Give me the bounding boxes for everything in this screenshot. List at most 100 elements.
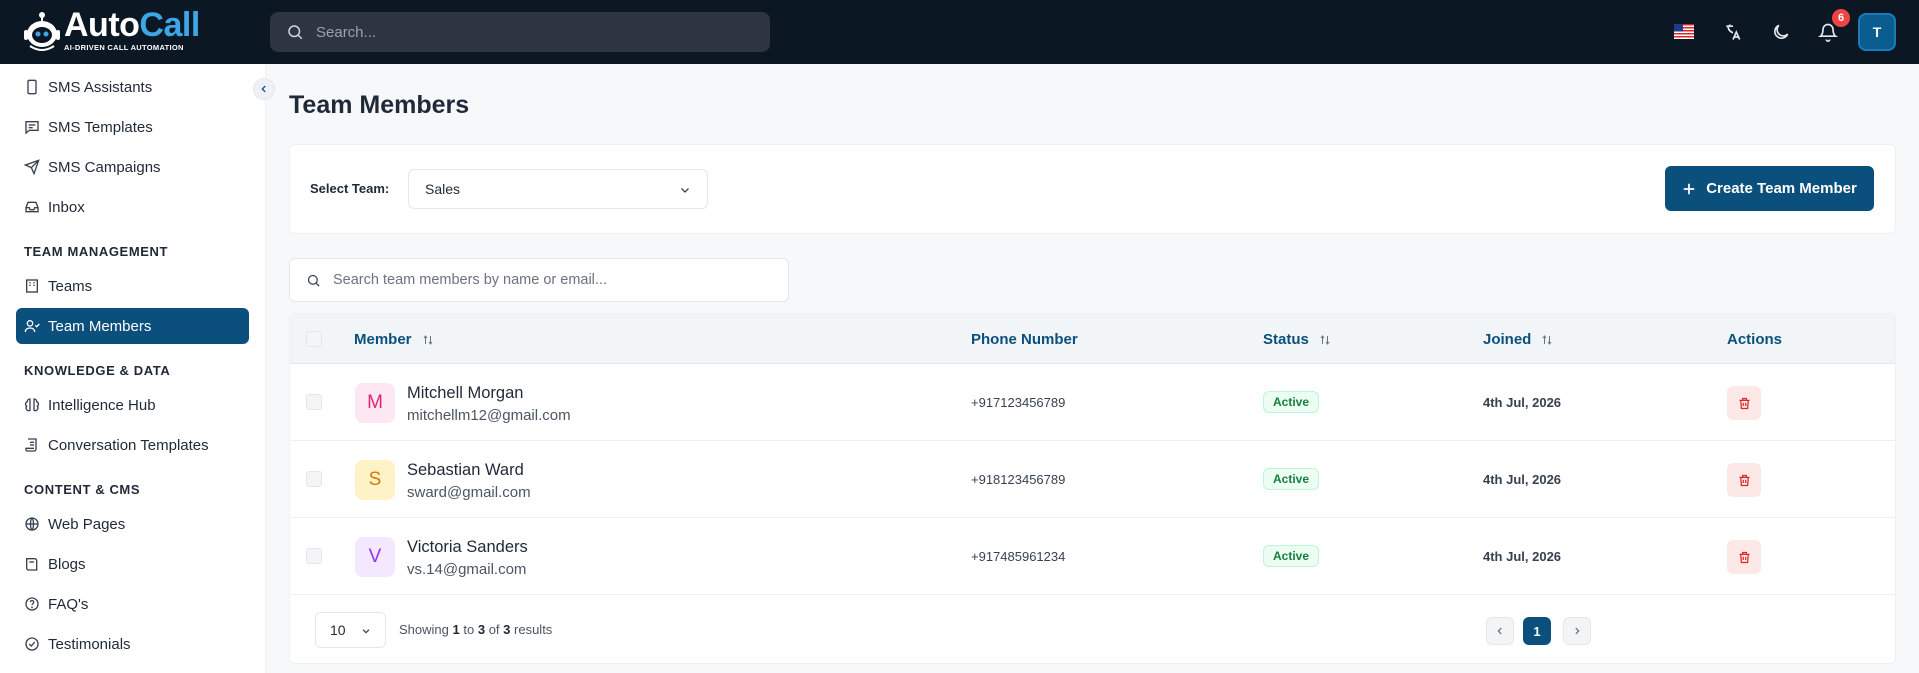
section-team-management: TEAM MANAGEMENT bbox=[24, 244, 169, 259]
inbox-icon bbox=[25, 201, 39, 213]
building-icon bbox=[26, 279, 38, 293]
brain-icon bbox=[24, 398, 40, 412]
logo[interactable]: AutoCall AI-DRIVEN CALL AUTOMATION bbox=[22, 6, 200, 52]
team-select-value: Sales bbox=[425, 181, 461, 197]
notification-badge: 6 bbox=[1832, 9, 1850, 27]
member-name: Sebastian Ward bbox=[407, 461, 524, 479]
chevron-left-icon bbox=[1497, 627, 1502, 635]
member-email: mitchellm12@gmail.com bbox=[407, 407, 571, 424]
table-header: Member Phone Number Status Joined Action… bbox=[290, 314, 1895, 364]
select-all-checkbox[interactable] bbox=[306, 331, 322, 347]
page-title: Team Members bbox=[289, 91, 470, 119]
column-status[interactable]: Status bbox=[1263, 331, 1331, 348]
message-icon bbox=[25, 121, 39, 135]
status-badge: Active bbox=[1263, 468, 1320, 490]
results-summary: Showing 1 to 3 of 3 results bbox=[399, 622, 553, 637]
chevron-down-icon bbox=[681, 188, 689, 193]
sidebar-item-sms-campaigns[interactable]: SMS Campaigns bbox=[16, 149, 249, 185]
trash-icon bbox=[1739, 551, 1749, 563]
send-icon bbox=[24, 159, 40, 175]
page-size-value: 10 bbox=[330, 622, 346, 638]
logo-title: AutoCall bbox=[64, 6, 200, 44]
global-search-input[interactable] bbox=[316, 23, 716, 41]
member-avatar: S bbox=[355, 460, 395, 500]
table-row: V Victoria Sanders vs.14@gmail.com +9174… bbox=[290, 518, 1895, 595]
sidebar-item-testimonials[interactable]: Testimonials bbox=[16, 626, 249, 662]
column-actions: Actions bbox=[1727, 331, 1783, 348]
sort-icon bbox=[1320, 334, 1330, 345]
column-joined[interactable]: Joined bbox=[1483, 331, 1553, 348]
search-icon bbox=[288, 25, 303, 40]
trash-icon bbox=[1739, 474, 1749, 486]
users-icon bbox=[24, 320, 40, 333]
globe-icon bbox=[25, 517, 39, 531]
team-select[interactable]: Sales bbox=[408, 169, 708, 209]
member-email: vs.14@gmail.com bbox=[407, 561, 527, 578]
help-circle-icon bbox=[25, 597, 39, 611]
sidebar-item-sms-assistants[interactable]: SMS Assistants bbox=[16, 69, 249, 105]
row-checkbox[interactable] bbox=[306, 548, 322, 564]
joined-date: 4th Jul, 2026 bbox=[1483, 472, 1562, 487]
section-content-cms: CONTENT & CMS bbox=[24, 482, 141, 497]
column-member[interactable]: Member bbox=[354, 331, 434, 348]
previous-page-button[interactable] bbox=[1486, 617, 1514, 645]
sidebar-item-team-members[interactable]: Team Members bbox=[16, 308, 249, 344]
member-name: Mitchell Morgan bbox=[407, 384, 524, 402]
trash-icon bbox=[1739, 397, 1749, 409]
global-search[interactable] bbox=[270, 12, 770, 52]
member-phone: +917485961234 bbox=[971, 549, 1066, 564]
sidebar-item-conversation-templates[interactable]: Conversation Templates bbox=[16, 427, 249, 463]
member-email: sward@gmail.com bbox=[407, 484, 531, 501]
joined-date: 4th Jul, 2026 bbox=[1483, 395, 1562, 410]
chevron-down-icon bbox=[362, 629, 370, 634]
search-icon bbox=[307, 274, 320, 287]
sidebar-item-faqs[interactable]: FAQ's bbox=[16, 586, 249, 622]
sidebar-item-inbox[interactable]: Inbox bbox=[16, 189, 249, 225]
next-page-button[interactable] bbox=[1563, 617, 1591, 645]
member-name: Victoria Sanders bbox=[407, 538, 528, 556]
table-footer: 10 Showing 1 to 3 of 3 results 1 bbox=[290, 595, 1895, 663]
user-avatar[interactable]: T bbox=[1858, 13, 1896, 51]
section-knowledge-data: KNOWLEDGE & DATA bbox=[24, 363, 171, 378]
sidebar-item-teams[interactable]: Teams bbox=[16, 268, 249, 304]
row-checkbox[interactable] bbox=[306, 471, 322, 487]
delete-button[interactable] bbox=[1727, 386, 1761, 420]
top-bar: AutoCall AI-DRIVEN CALL AUTOMATION 6 T bbox=[0, 0, 1919, 64]
plus-icon bbox=[1683, 183, 1695, 194]
phone-icon bbox=[27, 79, 37, 95]
current-page-button[interactable]: 1 bbox=[1523, 617, 1551, 645]
status-badge: Active bbox=[1263, 545, 1320, 567]
delete-button[interactable] bbox=[1727, 540, 1761, 574]
logo-tagline: AI-DRIVEN CALL AUTOMATION bbox=[64, 43, 184, 52]
column-phone-number: Phone Number bbox=[971, 331, 1078, 348]
book-icon bbox=[26, 558, 38, 571]
sort-icon bbox=[1542, 334, 1552, 345]
table-row: S Sebastian Ward sward@gmail.com +918123… bbox=[290, 441, 1895, 518]
member-avatar: M bbox=[355, 383, 395, 423]
create-team-member-label: Create Team Member bbox=[1706, 180, 1857, 197]
collapse-sidebar-button[interactable] bbox=[253, 78, 275, 100]
sidebar-item-web-pages[interactable]: Web Pages bbox=[16, 506, 249, 542]
page-size-select[interactable]: 10 bbox=[315, 612, 386, 648]
check-circle-icon bbox=[25, 637, 39, 651]
moon-icon[interactable] bbox=[1771, 22, 1791, 42]
sort-icon bbox=[423, 334, 432, 345]
row-checkbox[interactable] bbox=[306, 394, 322, 410]
joined-date: 4th Jul, 2026 bbox=[1483, 549, 1562, 564]
member-search[interactable] bbox=[289, 258, 789, 302]
create-team-member-button[interactable]: Create Team Member bbox=[1665, 166, 1874, 211]
status-badge: Active bbox=[1263, 391, 1320, 413]
sidebar-item-blogs[interactable]: Blogs bbox=[16, 546, 249, 582]
sidebar-item-sms-templates[interactable]: SMS Templates bbox=[16, 109, 249, 145]
members-table: Member Phone Number Status Joined Action… bbox=[289, 313, 1896, 664]
chevron-right-icon bbox=[1575, 627, 1580, 635]
sidebar-item-intelligence-hub[interactable]: Intelligence Hub bbox=[16, 387, 249, 423]
chevron-left-icon bbox=[261, 85, 266, 93]
select-team-label: Select Team: bbox=[310, 181, 390, 196]
member-search-input[interactable] bbox=[333, 272, 773, 288]
us-flag-icon[interactable] bbox=[1674, 24, 1694, 39]
translate-icon[interactable] bbox=[1723, 22, 1743, 42]
table-row: M Mitchell Morgan mitchellm12@gmail.com … bbox=[290, 364, 1895, 441]
delete-button[interactable] bbox=[1727, 463, 1761, 497]
member-avatar: V bbox=[355, 537, 395, 577]
